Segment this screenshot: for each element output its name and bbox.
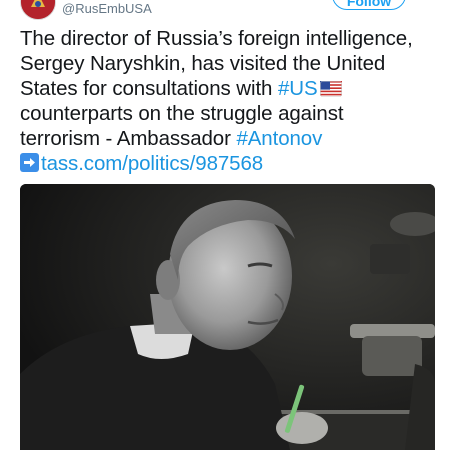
account-avatar[interactable] <box>20 0 56 20</box>
tweet-line-3-text: States for consultations with <box>20 77 278 100</box>
tweet-card: @RusEmbUSA Follow The director of Russia… <box>0 0 450 450</box>
hashtag-antonov-link[interactable]: #Antonov <box>236 127 322 150</box>
naryshkin-photo-image <box>20 184 435 450</box>
right-arrow-icon <box>20 153 39 172</box>
us-flag-icon <box>319 81 342 97</box>
tweet-text: The director of Russia’s foreign intelli… <box>20 26 440 176</box>
tass-article-link[interactable]: tass.com/politics/987568 <box>41 152 263 175</box>
tweet-line-2: Sergey Naryshkin, has visited the United <box>20 52 386 75</box>
account-handle[interactable]: @RusEmbUSA <box>62 2 152 16</box>
tweet-line-5-text: terrorism - Ambassador <box>20 127 237 150</box>
tweet-line-5: terrorism - Ambassador #Antonov <box>20 126 440 151</box>
tweet-photo[interactable] <box>20 184 435 450</box>
tweet-line-3: States for consultations with #US <box>20 76 440 101</box>
follow-button[interactable]: Follow <box>332 0 406 10</box>
embassy-emblem-icon <box>21 0 55 19</box>
tweet-line-4: counterparts on the struggle against <box>20 102 344 125</box>
tweet-line-1: The director of Russia’s foreign intelli… <box>20 27 413 50</box>
tweet-line-6: tass.com/politics/987568 <box>20 151 440 176</box>
hashtag-us-link[interactable]: #US <box>278 77 318 100</box>
